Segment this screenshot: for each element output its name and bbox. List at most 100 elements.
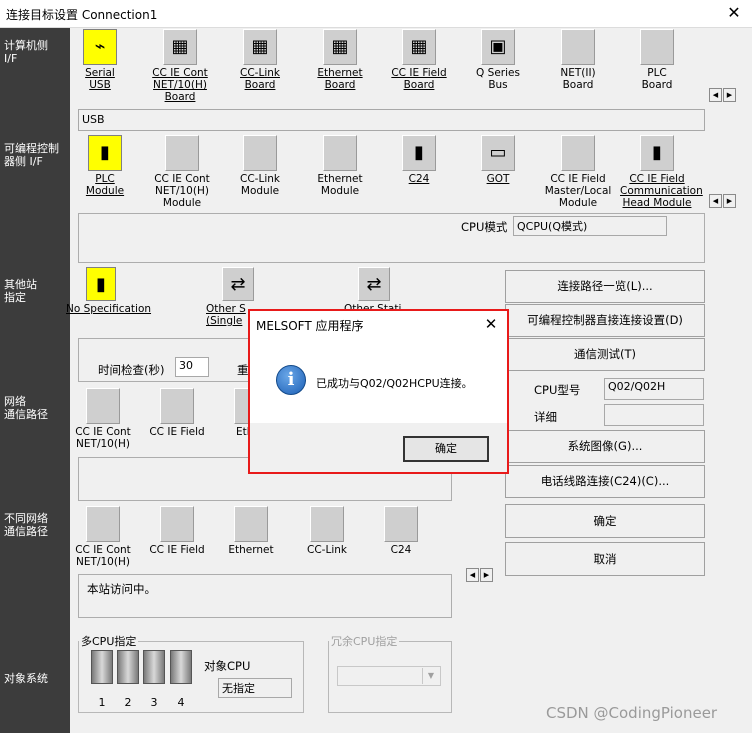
plc-if-plc-module[interactable]: ▮ PLC Module — [68, 135, 142, 197]
diff-network-detail-text: 本站访问中。 — [87, 582, 156, 596]
time-check-label: 时间检查(秒) — [98, 363, 165, 377]
time-check-input[interactable]: 30 — [175, 357, 209, 377]
pc-if-net2-board[interactable]: NET(II) Board — [541, 29, 615, 91]
dialog-ok-button[interactable]: 确定 — [403, 436, 489, 462]
retry-label: 重 — [237, 363, 249, 377]
ok-button[interactable]: 确定 — [505, 504, 705, 538]
cpu-unit-number: 3 — [150, 696, 158, 709]
watermark: CSDN @CodingPioneer — [546, 704, 718, 722]
pc-if-q-series-bus[interactable]: ▣ Q Series Bus — [461, 29, 535, 91]
pc-scroll-right-icon[interactable]: ▶ — [723, 88, 736, 102]
blank-icon — [310, 506, 344, 542]
detail-field — [604, 404, 704, 426]
sidebar-label-target-system: 对象系统 — [4, 672, 48, 685]
cpu-unit-number: 1 — [98, 696, 106, 709]
window-close-icon[interactable]: ✕ — [722, 2, 746, 24]
board-icon: ▦ — [163, 29, 197, 65]
blank-icon — [86, 506, 120, 542]
phone-connect-button[interactable]: 电话线路连接(C24)(C)... — [505, 465, 705, 498]
plc-if-got[interactable]: ▭ GOT — [461, 135, 535, 185]
sidebar: 计算机侧 I/F 可编程控制 器侧 I/F 其他站 指定 网络 通信路径 不同网… — [0, 28, 70, 733]
got-icon: ▭ — [481, 135, 515, 171]
pc-if-ethernet-board[interactable]: ▦ Ethernet Board — [303, 29, 377, 91]
plc-if-cc-link-module[interactable]: CC-Link Module — [223, 135, 297, 197]
direct-connect-button[interactable]: 可编程控制器直接连接设置(D) — [505, 304, 705, 337]
cpu-unit-number: 2 — [124, 696, 132, 709]
multi-cpu-legend: 多CPU指定 — [81, 635, 137, 648]
cpu-type-label: CPU型号 — [534, 383, 581, 397]
blank-icon — [234, 506, 268, 542]
plc-if-ethernet-module[interactable]: Ethernet Module — [303, 135, 377, 197]
diff-route-c24[interactable]: C24 — [364, 506, 438, 556]
plc-if-c24[interactable]: ▮ C24 — [382, 135, 456, 185]
board-icon: ▦ — [323, 29, 357, 65]
cpu-unit-icon[interactable] — [143, 650, 165, 684]
pc-if-serial-usb[interactable]: ⌁ Serial USB — [63, 29, 137, 91]
message-dialog: MELSOFT 应用程序 ✕ i 已成功与Q02/Q02HCPU连接。 确定 — [248, 309, 509, 474]
blank-icon — [384, 506, 418, 542]
cpu-unit-number: 4 — [177, 696, 185, 709]
chevron-down-icon: ▼ — [422, 668, 439, 684]
blank-icon — [561, 135, 595, 171]
network-icon: ⇄ — [222, 267, 254, 301]
other-station-co-existence[interactable]: ⇄ Other Stati — [344, 267, 404, 315]
cpu-unit-icon[interactable] — [117, 650, 139, 684]
cpu-mode-label: CPU模式 — [461, 220, 508, 234]
plc-if-cc-ie-field-head[interactable]: ▮ CC IE Field Communication Head Module — [620, 135, 703, 209]
diff-scroll-left-icon[interactable]: ◀ — [466, 568, 479, 582]
blank-icon — [160, 506, 194, 542]
blank-icon — [640, 29, 674, 65]
sidebar-label-plc-if: 可编程控制 器侧 I/F — [4, 142, 59, 168]
other-station-none[interactable]: ▮ No Specification — [66, 267, 151, 315]
comm-test-button[interactable]: 通信测试(T) — [505, 338, 705, 371]
diff-route-ethernet[interactable]: Ethernet — [214, 506, 288, 556]
route-cc-ie-cont[interactable]: CC IE Cont NET/10(H) — [66, 388, 140, 450]
info-icon: i — [276, 365, 306, 395]
pc-if-cc-ie-field-board[interactable]: ▦ CC IE Field Board — [382, 29, 456, 91]
system-image-button[interactable]: 系统图像(G)... — [505, 430, 705, 463]
cpu-type-field: Q02/Q02H — [604, 378, 704, 400]
plc-module-icon: ▮ — [88, 135, 122, 171]
diff-route-cc-ie-cont[interactable]: CC IE Cont NET/10(H) — [66, 506, 140, 568]
sidebar-label-other-station: 其他站 指定 — [4, 278, 37, 304]
pc-if-cc-ie-cont-board[interactable]: ▦ CC IE Cont NET/10(H) Board — [143, 29, 217, 103]
diff-network-detail: 本站访问中。 — [78, 574, 452, 618]
redundant-cpu-select[interactable]: ▼ — [337, 666, 441, 686]
board-icon: ▦ — [243, 29, 277, 65]
plc-if-cc-ie-field-master[interactable]: CC IE Field Master/Local Module — [541, 135, 615, 209]
c24-icon: ▮ — [402, 135, 436, 171]
route-cc-ie-field[interactable]: CC IE Field — [140, 388, 214, 438]
dialog-message: 已成功与Q02/Q02HCPU连接。 — [316, 377, 473, 390]
redundant-cpu-legend: 冗余CPU指定 — [331, 635, 398, 648]
blank-icon — [160, 388, 194, 424]
dialog-close-icon[interactable]: ✕ — [480, 313, 502, 335]
plc-module-icon: ▮ — [86, 267, 116, 301]
blank-icon — [165, 135, 199, 171]
dialog-title: MELSOFT 应用程序 — [256, 319, 364, 333]
diff-route-cc-link[interactable]: CC-Link — [290, 506, 364, 556]
plc-if-cc-ie-cont-module[interactable]: CC IE Cont NET/10(H) Module — [145, 135, 219, 209]
sidebar-label-diff-network: 不同网络 通信路径 — [4, 512, 48, 538]
plc-scroll-right-icon[interactable]: ▶ — [723, 194, 736, 208]
route-list-button[interactable]: 连接路径一览(L)... — [505, 270, 705, 303]
cpu-unit-icon[interactable] — [91, 650, 113, 684]
pc-if-detail: USB — [78, 109, 705, 131]
network-icon: ⇄ — [358, 267, 390, 301]
diff-route-cc-ie-field[interactable]: CC IE Field — [140, 506, 214, 556]
blank-icon — [86, 388, 120, 424]
blank-icon — [561, 29, 595, 65]
cancel-button[interactable]: 取消 — [505, 542, 705, 576]
cpu-unit-icon[interactable] — [170, 650, 192, 684]
head-module-icon: ▮ — [640, 135, 674, 171]
target-cpu-field: 无指定 — [218, 678, 292, 698]
plc-scroll-left-icon[interactable]: ◀ — [709, 194, 722, 208]
board-icon: ▦ — [402, 29, 436, 65]
diff-scroll-right-icon[interactable]: ▶ — [480, 568, 493, 582]
cpu-mode-field[interactable]: QCPU(Q模式) — [513, 216, 667, 236]
pc-if-cc-link-board[interactable]: ▦ CC-Link Board — [223, 29, 297, 91]
pc-if-plc-board[interactable]: PLC Board — [620, 29, 694, 91]
sidebar-label-pc-if: 计算机侧 I/F — [4, 39, 48, 65]
pc-scroll-left-icon[interactable]: ◀ — [709, 88, 722, 102]
detail-label: 详细 — [534, 410, 557, 424]
target-cpu-label: 对象CPU — [204, 659, 251, 673]
